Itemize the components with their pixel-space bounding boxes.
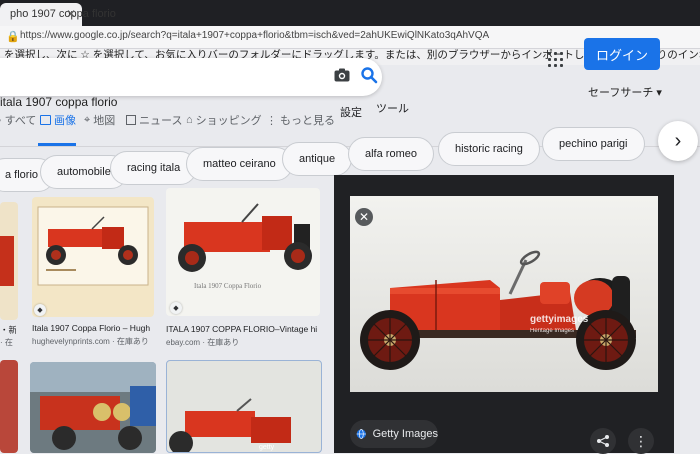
- close-icon[interactable]: ✕: [66, 7, 76, 21]
- more-vert-icon: ⋮: [266, 114, 277, 127]
- result-source[interactable]: · 在: [0, 337, 16, 348]
- tab-images-label: 画像: [54, 115, 76, 127]
- more-vert-icon[interactable]: ⋮: [628, 428, 654, 454]
- result-source[interactable]: hughevelynprints.com · 在庫あり: [32, 336, 149, 347]
- tab-more[interactable]: ⋮ もっと見る: [266, 112, 335, 128]
- image-icon: [40, 115, 51, 125]
- chip-7[interactable]: historic racing: [438, 132, 540, 166]
- url-text[interactable]: https://www.google.co.jp/search?q=itala+…: [20, 30, 489, 41]
- chip-8[interactable]: pechino parigi: [542, 127, 645, 161]
- safesearch-menu[interactable]: セーフサーチ ▾: [588, 84, 662, 100]
- result-source[interactable]: ebay.com · 在庫あり: [166, 337, 239, 348]
- tab-images[interactable]: 画像: [40, 112, 76, 128]
- news-icon: [126, 115, 136, 125]
- tab-shopping[interactable]: ⌂ ショッピング: [186, 112, 262, 128]
- result-thumbnail[interactable]: Itala 1907 Coppa Florio: [166, 188, 320, 316]
- chip-6[interactable]: alfa romeo: [348, 137, 434, 171]
- apps-grid-icon[interactable]: [548, 52, 566, 70]
- camera-icon[interactable]: [334, 68, 350, 82]
- chip-3[interactable]: racing itala: [110, 151, 198, 185]
- browser-tab-active[interactable]: pho 1907 coppa florio ✕: [0, 3, 116, 26]
- tab-all[interactable]: ⌕ すべて: [0, 112, 36, 128]
- car-photo: [30, 362, 156, 453]
- car-illustration: Itala 1907 Coppa Florio: [178, 203, 312, 290]
- watermark-text: gettyimages: [530, 314, 589, 325]
- preview-image[interactable]: gettyimages Heritage Images: [350, 196, 658, 392]
- search-icon: ⌕: [0, 115, 2, 126]
- tab-shopping-label: ショッピング: [195, 115, 262, 127]
- watermark-subtext: Heritage Images: [530, 328, 574, 334]
- source-link[interactable]: Getty Images: [350, 420, 438, 448]
- result-thumbnail[interactable]: [0, 202, 18, 320]
- car-photo: getty: [169, 398, 291, 452]
- tab-maps-label: 地図: [93, 115, 116, 127]
- result-caption[interactable]: ・新...: [0, 324, 16, 336]
- tab-news-label: ニュース: [139, 115, 183, 127]
- tab-more-label: もっと見る: [280, 115, 335, 127]
- result-thumbnail-selected[interactable]: getty: [166, 360, 322, 453]
- browser-tab-inactive[interactable]: [86, 4, 286, 24]
- svg-text:Itala 1907 Coppa Florio: Itala 1907 Coppa Florio: [194, 282, 262, 290]
- car-photo-large: gettyimages Heritage Images: [350, 196, 658, 392]
- result-caption[interactable]: Itala 1907 Coppa Florio – Hugh E...: [32, 323, 152, 333]
- result-thumbnail[interactable]: [0, 360, 18, 453]
- chip-4[interactable]: matteo ceirano: [186, 147, 293, 181]
- search-icon[interactable]: [360, 66, 378, 84]
- tab-maps[interactable]: ⌖ 地図: [84, 112, 115, 128]
- result-thumbnail[interactable]: [32, 197, 154, 317]
- source-label: Getty Images: [372, 428, 438, 440]
- settings-link[interactable]: 設定: [340, 104, 362, 120]
- lock-icon: 🔒: [6, 31, 20, 43]
- car-illustration: [37, 206, 149, 286]
- tag-icon: ◆: [34, 304, 46, 316]
- svg-text:getty: getty: [259, 444, 275, 451]
- close-icon[interactable]: ✕: [355, 208, 373, 226]
- search-box[interactable]: [0, 58, 382, 96]
- result-thumbnail[interactable]: [30, 362, 156, 453]
- globe-icon: [356, 429, 366, 439]
- tools-link[interactable]: ツール: [376, 100, 409, 116]
- tag-icon: ⌂: [186, 114, 193, 126]
- chevron-right-icon[interactable]: ›: [658, 121, 698, 161]
- chip-5[interactable]: antique: [282, 142, 353, 176]
- login-button[interactable]: ログイン: [584, 38, 660, 70]
- tab-news[interactable]: ニュース: [126, 112, 182, 128]
- map-pin-icon: ⌖: [84, 113, 91, 126]
- tab-all-label: すべて: [4, 115, 37, 127]
- result-caption[interactable]: ITALA 1907 COPPA FLORIO–Vintage hi...: [166, 324, 318, 334]
- search-query-text[interactable]: itala 1907 coppa florio: [0, 95, 117, 109]
- share-icon[interactable]: [590, 428, 616, 454]
- tag-icon: ◆: [170, 302, 182, 314]
